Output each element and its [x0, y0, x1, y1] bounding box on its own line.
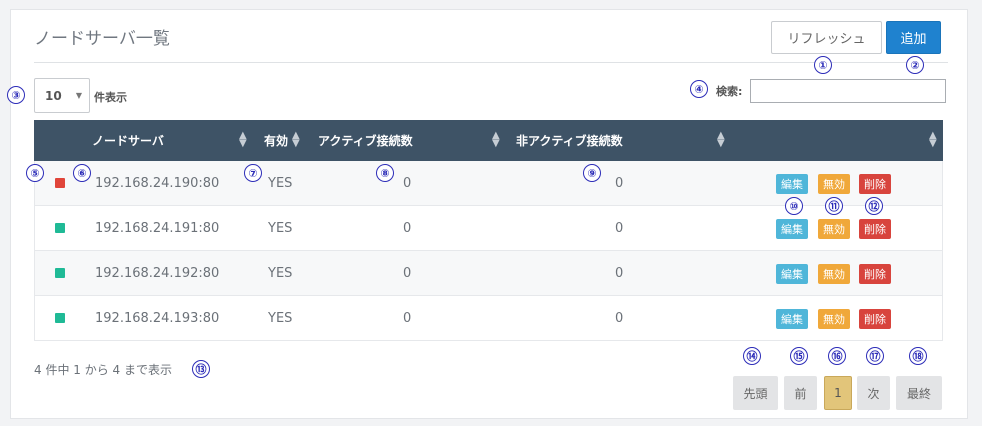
annotation-marker: ⑩	[785, 197, 803, 215]
server-address: 192.168.24.190:80	[95, 176, 220, 191]
search-label: 検索:	[716, 85, 743, 98]
inactive-connections-value: 0	[615, 176, 624, 191]
annotation-marker: ④	[690, 80, 708, 98]
enabled-value: YES	[268, 221, 293, 236]
status-indicator	[55, 178, 65, 188]
column-header-active-connections[interactable]: アクティブ接続数	[318, 120, 413, 161]
annotation-marker: ⑯	[828, 347, 846, 365]
annotation-marker: ⑨	[583, 164, 601, 182]
annotation-marker: ⑭	[743, 347, 761, 365]
active-connections-value: 0	[403, 221, 412, 236]
pagination-page-1[interactable]: 1	[824, 376, 852, 410]
enabled-value: YES	[268, 311, 293, 326]
active-connections-value: 0	[403, 311, 412, 326]
active-connections-value: 0	[403, 176, 412, 191]
column-label: アクティブ接続数	[318, 134, 413, 148]
annotation-marker: ⑬	[192, 360, 210, 378]
server-address: 192.168.24.192:80	[95, 266, 220, 281]
status-indicator	[55, 268, 65, 278]
edit-button[interactable]: 編集	[776, 309, 808, 329]
inactive-connections-value: 0	[615, 311, 624, 326]
column-label: 非アクティブ接続数	[516, 134, 623, 148]
add-button[interactable]: 追加	[886, 21, 941, 54]
disable-button[interactable]: 無効	[818, 264, 850, 284]
server-address: 192.168.24.191:80	[95, 221, 220, 236]
page-size-value: 10	[45, 88, 62, 103]
delete-button[interactable]: 削除	[859, 219, 891, 239]
header-divider	[34, 62, 948, 63]
sort-icon[interactable]: ▲ ▼	[717, 131, 725, 149]
status-indicator	[55, 223, 65, 233]
refresh-button[interactable]: リフレッシュ	[771, 21, 882, 54]
delete-button[interactable]: 削除	[859, 264, 891, 284]
edit-button[interactable]: 編集	[776, 264, 808, 284]
disable-button[interactable]: 無効	[818, 219, 850, 239]
enabled-value: YES	[268, 266, 293, 281]
annotation-marker: ⑰	[866, 347, 884, 365]
chevron-down-icon: ▼	[75, 91, 82, 100]
table-info: 4 件中 1 から 4 まで表示	[34, 363, 172, 377]
column-label: 有効	[264, 134, 289, 148]
column-label: ノードサーバ	[92, 134, 164, 148]
column-header-enabled[interactable]: 有効	[264, 120, 288, 161]
delete-button[interactable]: 削除	[859, 309, 891, 329]
sort-icon[interactable]: ▲ ▼	[929, 131, 937, 149]
annotation-marker: ①	[814, 56, 832, 74]
table-row: 192.168.24.193:80 YES 0 0 編集 無効 削除	[34, 296, 943, 341]
disable-button[interactable]: 無効	[818, 309, 850, 329]
inactive-connections-value: 0	[615, 266, 624, 281]
search-input[interactable]	[750, 79, 946, 103]
table-row: 192.168.24.190:80 YES 0 0 編集 無効 削除	[34, 161, 943, 206]
page-size-label: 件表示	[94, 91, 127, 104]
annotation-marker: ⑪	[825, 197, 843, 215]
sort-icon[interactable]: ▲ ▼	[292, 131, 300, 149]
annotation-marker: ⑫	[865, 197, 883, 215]
table-row: 192.168.24.191:80 YES 0 0 編集 無効 削除	[34, 206, 943, 251]
edit-button[interactable]: 編集	[776, 174, 808, 194]
annotation-marker: ②	[906, 56, 924, 74]
page-size-select[interactable]: 10 ▼	[34, 78, 90, 113]
column-header-inactive-connections[interactable]: 非アクティブ接続数	[516, 120, 623, 161]
status-indicator	[55, 313, 65, 323]
table-header: ノードサーバ ▲ ▼ 有効 ▲ ▼ アクティブ接続数 ▲ ▼ 非アクティブ接続数 ▲ ▼…	[34, 120, 943, 161]
annotation-marker: ⑧	[376, 164, 394, 182]
annotation-marker: ③	[7, 86, 25, 104]
sort-icon[interactable]: ▲ ▼	[239, 131, 247, 149]
pagination-last[interactable]: 最終	[896, 376, 942, 410]
delete-button[interactable]: 削除	[859, 174, 891, 194]
annotation-marker: ⑥	[73, 164, 91, 182]
active-connections-value: 0	[403, 266, 412, 281]
pagination-first[interactable]: 先頭	[733, 376, 778, 410]
inactive-connections-value: 0	[615, 221, 624, 236]
enabled-value: YES	[268, 176, 293, 191]
sort-icon[interactable]: ▲ ▼	[492, 131, 500, 149]
annotation-marker: ⑱	[909, 347, 927, 365]
annotation-marker: ⑮	[790, 347, 808, 365]
server-address: 192.168.24.193:80	[95, 311, 220, 326]
annotation-marker: ⑦	[244, 164, 262, 182]
annotation-marker: ⑤	[26, 164, 44, 182]
disable-button[interactable]: 無効	[818, 174, 850, 194]
pagination-next[interactable]: 次	[857, 376, 890, 410]
table-row: 192.168.24.192:80 YES 0 0 編集 無効 削除	[34, 251, 943, 296]
pagination-prev[interactable]: 前	[784, 376, 817, 410]
page-title: ノードサーバ一覧	[34, 29, 170, 49]
column-header-node-server[interactable]: ノードサーバ	[92, 120, 164, 161]
edit-button[interactable]: 編集	[776, 219, 808, 239]
